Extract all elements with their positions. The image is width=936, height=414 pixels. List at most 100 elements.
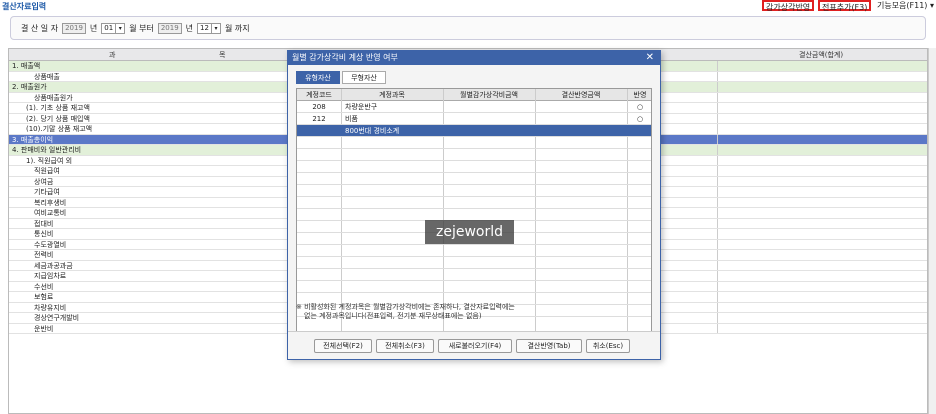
total-cell[interactable] bbox=[717, 229, 927, 239]
account-label: 상품매출원가 bbox=[34, 93, 73, 102]
total-cell[interactable] bbox=[717, 250, 927, 260]
col-monthly-amount: 월별감가상각비금액 bbox=[460, 91, 518, 99]
table-row[interactable] bbox=[297, 245, 651, 257]
account-label: 전력비 bbox=[34, 251, 54, 259]
table-row[interactable]: 800번대 경비소계 bbox=[297, 125, 651, 137]
col-reflect: 반영 bbox=[633, 91, 647, 99]
account-label: 수선비 bbox=[34, 282, 54, 291]
table-row[interactable] bbox=[297, 161, 651, 173]
total-cell[interactable] bbox=[717, 82, 927, 92]
depreciation-table: 계정코드 계정과목 월별감가상각비금액 결산반영금액 반영 208 차량운반구 ○ 2… bbox=[296, 88, 652, 337]
total-cell[interactable] bbox=[717, 134, 927, 144]
reload-button[interactable]: 새로불러오기(F4) bbox=[438, 339, 512, 353]
add-entry-button[interactable]: 전표추가(F3) bbox=[818, 0, 872, 12]
table-row[interactable] bbox=[297, 185, 651, 197]
account-label: 지급임차료 bbox=[34, 272, 67, 280]
reflect-flag[interactable]: ○ bbox=[627, 113, 651, 124]
total-cell[interactable] bbox=[717, 260, 927, 270]
col-account-header: 과 bbox=[109, 51, 116, 59]
year-from-field[interactable]: 2019 bbox=[62, 23, 86, 34]
tools-menu[interactable]: 기능모음(F11) ▾ bbox=[877, 0, 934, 11]
account-label: 통신비 bbox=[34, 230, 54, 238]
total-cell[interactable] bbox=[717, 239, 927, 249]
total-cell[interactable] bbox=[717, 187, 927, 197]
col-account: 계정과목 bbox=[379, 91, 405, 99]
account-label: 차량유지비 bbox=[34, 303, 67, 312]
chevron-down-icon[interactable]: ▾ bbox=[116, 23, 126, 34]
table-row[interactable] bbox=[297, 257, 651, 269]
depreciation-dialog: 월별 감가상각비 계상 반영 여부 ✕ 유형자산 무형자산 계정코드 계정과목 … bbox=[287, 50, 661, 360]
account-label: 접대비 bbox=[34, 219, 54, 228]
cancel-button[interactable]: 취소(Esc) bbox=[586, 339, 630, 353]
total-cell[interactable] bbox=[717, 113, 927, 123]
total-cell[interactable] bbox=[717, 145, 927, 155]
account-label: 상여금 bbox=[34, 177, 54, 186]
total-cell[interactable] bbox=[717, 323, 927, 333]
apply-closing-button[interactable]: 결산반영(Tab) bbox=[516, 339, 582, 353]
table-row[interactable] bbox=[297, 269, 651, 281]
total-cell[interactable] bbox=[717, 61, 927, 71]
account-label: 보험료 bbox=[34, 293, 54, 301]
table-row[interactable]: 208 차량운반구 ○ bbox=[297, 101, 651, 113]
from-text: 월 부터 bbox=[129, 24, 154, 33]
table-row[interactable] bbox=[297, 281, 651, 293]
table-header: 계정코드 계정과목 월별감가상각비금액 결산반영금액 반영 bbox=[297, 89, 651, 101]
total-cell[interactable] bbox=[717, 197, 927, 207]
cancel-all-button[interactable]: 전체취소(F3) bbox=[376, 339, 434, 353]
reflect-flag[interactable]: ○ bbox=[627, 101, 651, 112]
total-cell[interactable] bbox=[717, 92, 927, 102]
table-row[interactable]: 212 비품 ○ bbox=[297, 113, 651, 125]
total-cell[interactable] bbox=[717, 208, 927, 218]
table-row[interactable] bbox=[297, 137, 651, 149]
tab-tangible[interactable]: 유형자산 bbox=[296, 71, 340, 84]
month-to-select[interactable]: 12 bbox=[197, 23, 212, 34]
select-all-button[interactable]: 전체선택(F2) bbox=[314, 339, 372, 353]
col-total-header: 결산금액(합계) bbox=[799, 51, 844, 59]
table-row[interactable] bbox=[297, 173, 651, 185]
depreciation-reflect-button[interactable]: 감가상각반영 bbox=[762, 0, 815, 12]
total-cell[interactable] bbox=[717, 302, 927, 312]
code-cell bbox=[297, 125, 341, 136]
account-label: 운반비 bbox=[34, 324, 54, 333]
account-label: 2. 매출원가 bbox=[12, 83, 47, 91]
account-label: (2). 당기 상품 매입액 bbox=[26, 114, 90, 123]
account-label: 경상연구개발비 bbox=[34, 314, 80, 322]
account-label: (1). 기초 상품 재고액 bbox=[26, 104, 90, 112]
close-icon[interactable]: ✕ bbox=[646, 51, 654, 65]
table-row[interactable] bbox=[297, 149, 651, 161]
chevron-down-icon[interactable]: ▾ bbox=[211, 23, 221, 34]
total-cell[interactable] bbox=[717, 71, 927, 81]
dialog-title: 월별 감가상각비 계상 반영 여부 bbox=[292, 53, 398, 62]
account-label: 상품매출 bbox=[34, 72, 60, 81]
reflect-flag[interactable] bbox=[627, 125, 651, 136]
note-line-2: 없는 계정과목입니다(전표입력, 전기분 재무상태표에는 없음) bbox=[304, 312, 482, 320]
tab-intangible[interactable]: 무형자산 bbox=[342, 71, 386, 84]
dialog-title-bar: 월별 감가상각비 계상 반영 여부 ✕ bbox=[288, 51, 660, 65]
total-cell[interactable] bbox=[717, 218, 927, 228]
dialog-note: ※ 비활성화된 계정과목은 월별감가상각비에는 존재하나, 결산자료입력에는 없… bbox=[296, 303, 652, 325]
total-cell[interactable] bbox=[717, 313, 927, 323]
year-unit-2: 년 bbox=[185, 24, 194, 33]
note-line-1: ※ 비활성화된 계정과목은 월별감가상각비에는 존재하나, 결산자료입력에는 bbox=[296, 303, 515, 311]
to-text: 월 까지 bbox=[224, 24, 250, 33]
total-cell[interactable] bbox=[717, 176, 927, 186]
title-bar: 결산자료입력 감가상각반영 전표추가(F3) 기능모음(F11) ▾ bbox=[0, 0, 936, 12]
account-cell: 비품 bbox=[345, 115, 358, 123]
code-cell: 208 bbox=[312, 103, 326, 111]
year-unit: 년 bbox=[89, 24, 98, 33]
date-filter-panel: 결 산 일 자 2019 년 01 ▾ 월 부터 2019 년 12 ▾ 월 까… bbox=[10, 16, 926, 40]
total-cell[interactable] bbox=[717, 166, 927, 176]
account-label: 직원급여 bbox=[34, 167, 60, 175]
table-row[interactable] bbox=[297, 197, 651, 209]
total-cell[interactable] bbox=[717, 271, 927, 281]
total-cell[interactable] bbox=[717, 155, 927, 165]
total-cell[interactable] bbox=[717, 103, 927, 113]
page-title: 결산자료입력 bbox=[2, 2, 47, 11]
vertical-scrollbar[interactable] bbox=[928, 48, 936, 414]
total-cell[interactable] bbox=[717, 281, 927, 291]
total-cell[interactable] bbox=[717, 124, 927, 134]
total-cell[interactable] bbox=[717, 292, 927, 302]
account-label: 3. 매출총이익 bbox=[12, 135, 54, 144]
year-to-field[interactable]: 2019 bbox=[157, 23, 182, 34]
month-from-select[interactable]: 01 bbox=[101, 23, 117, 34]
